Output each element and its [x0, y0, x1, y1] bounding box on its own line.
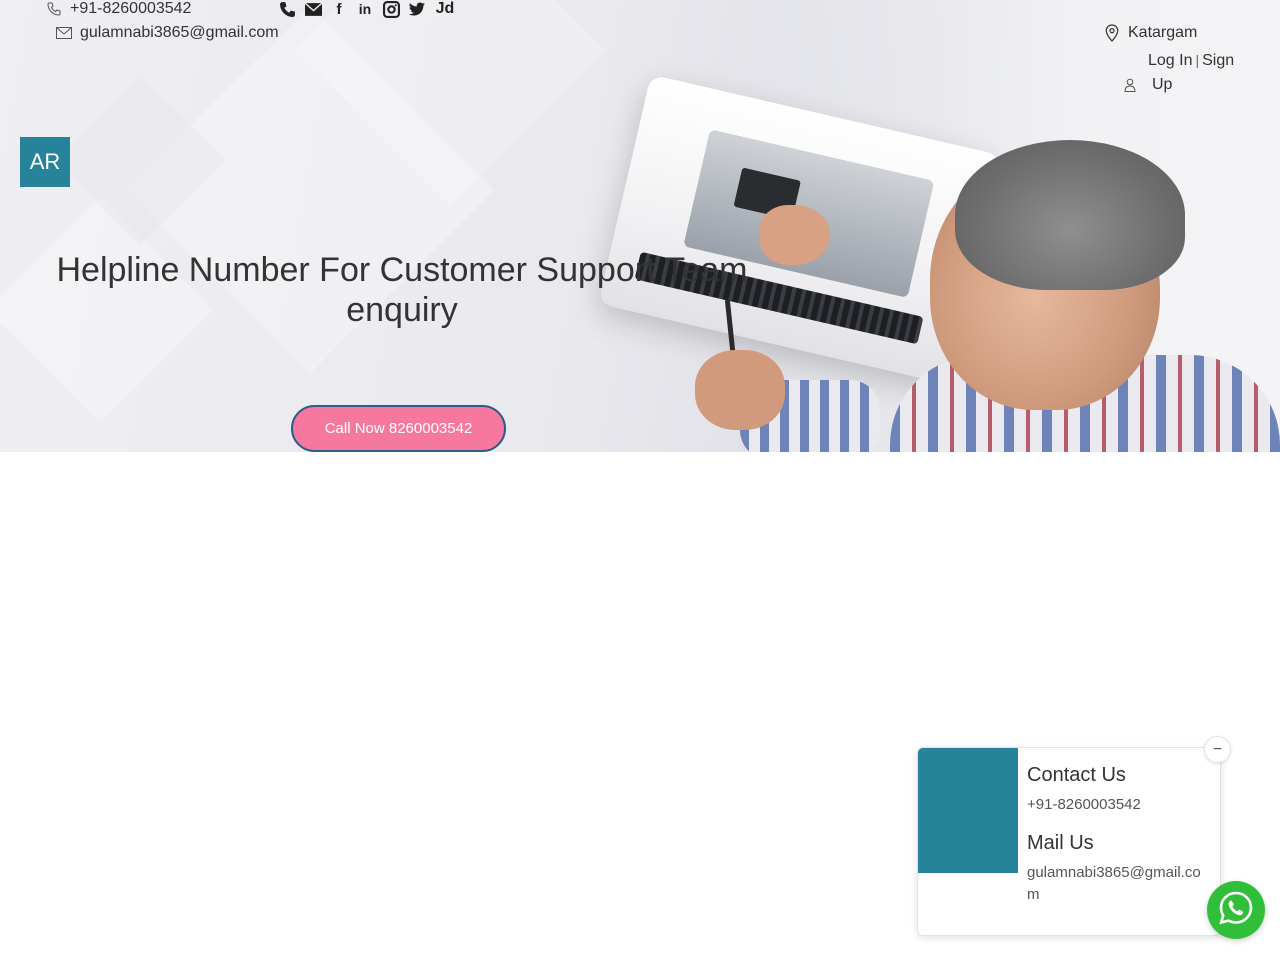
- brand-logo[interactable]: AR: [20, 137, 70, 187]
- signup-link-continued[interactable]: Up: [1152, 73, 1172, 97]
- contact-card-body: Contact Us +91-8260003542 Mail Us gulamn…: [1027, 762, 1213, 906]
- instagram-icon[interactable]: [382, 0, 400, 19]
- login-link[interactable]: Log In: [1148, 52, 1192, 69]
- mail-icon: [56, 25, 72, 41]
- facebook-icon[interactable]: f: [330, 0, 348, 19]
- mail-heading: Mail Us: [1027, 832, 1094, 854]
- whatsapp-icon: [1218, 890, 1254, 931]
- twitter-icon[interactable]: [408, 0, 426, 19]
- map-pin-icon: [1104, 24, 1120, 42]
- header-email-text[interactable]: gulamnabi3865@gmail.com: [80, 24, 279, 42]
- header-phone-text[interactable]: +91-8260003542: [70, 0, 191, 18]
- header-email[interactable]: gulamnabi3865@gmail.com: [56, 24, 279, 42]
- technician-hand: [695, 350, 785, 430]
- linkedin-icon[interactable]: in: [356, 0, 374, 19]
- hero-title-line1: Helpline Number For Customer Support Tea…: [56, 251, 748, 289]
- social-links: f in Jd: [278, 0, 456, 19]
- phone-icon[interactable]: [278, 0, 296, 19]
- auth-links: Log In | Sign Up: [1120, 48, 1250, 97]
- technician-hand: [760, 205, 830, 265]
- user-icon: [1122, 77, 1138, 93]
- hero-title-line2: enquiry: [346, 291, 458, 329]
- location-text: Katargam: [1128, 24, 1198, 41]
- justdial-icon[interactable]: Jd: [434, 0, 456, 19]
- minimize-button[interactable]: −: [1204, 736, 1231, 763]
- contact-heading: Contact Us: [1027, 764, 1126, 786]
- contact-card-image: [918, 748, 1018, 873]
- auth-separator: |: [1195, 52, 1200, 68]
- technician-hair: [955, 140, 1185, 290]
- hero-banner: +91-8260003542 gulamnabi3865@gmail.com f…: [0, 0, 1280, 452]
- call-now-button[interactable]: Call Now 8260003542: [291, 405, 506, 452]
- contact-phone[interactable]: +91-8260003542: [1027, 794, 1213, 816]
- hero-title: Helpline Number For Customer Support Tea…: [40, 250, 764, 330]
- whatsapp-button[interactable]: [1207, 881, 1265, 939]
- mail-icon[interactable]: [304, 0, 322, 19]
- contact-card: Contact Us +91-8260003542 Mail Us gulamn…: [917, 747, 1221, 936]
- signup-link[interactable]: Sign: [1202, 52, 1234, 69]
- contact-email[interactable]: gulamnabi3865@gmail.com: [1027, 862, 1213, 906]
- header-phone[interactable]: +91-8260003542: [46, 0, 191, 18]
- phone-icon: [46, 1, 62, 17]
- location: Katargam: [1104, 24, 1197, 42]
